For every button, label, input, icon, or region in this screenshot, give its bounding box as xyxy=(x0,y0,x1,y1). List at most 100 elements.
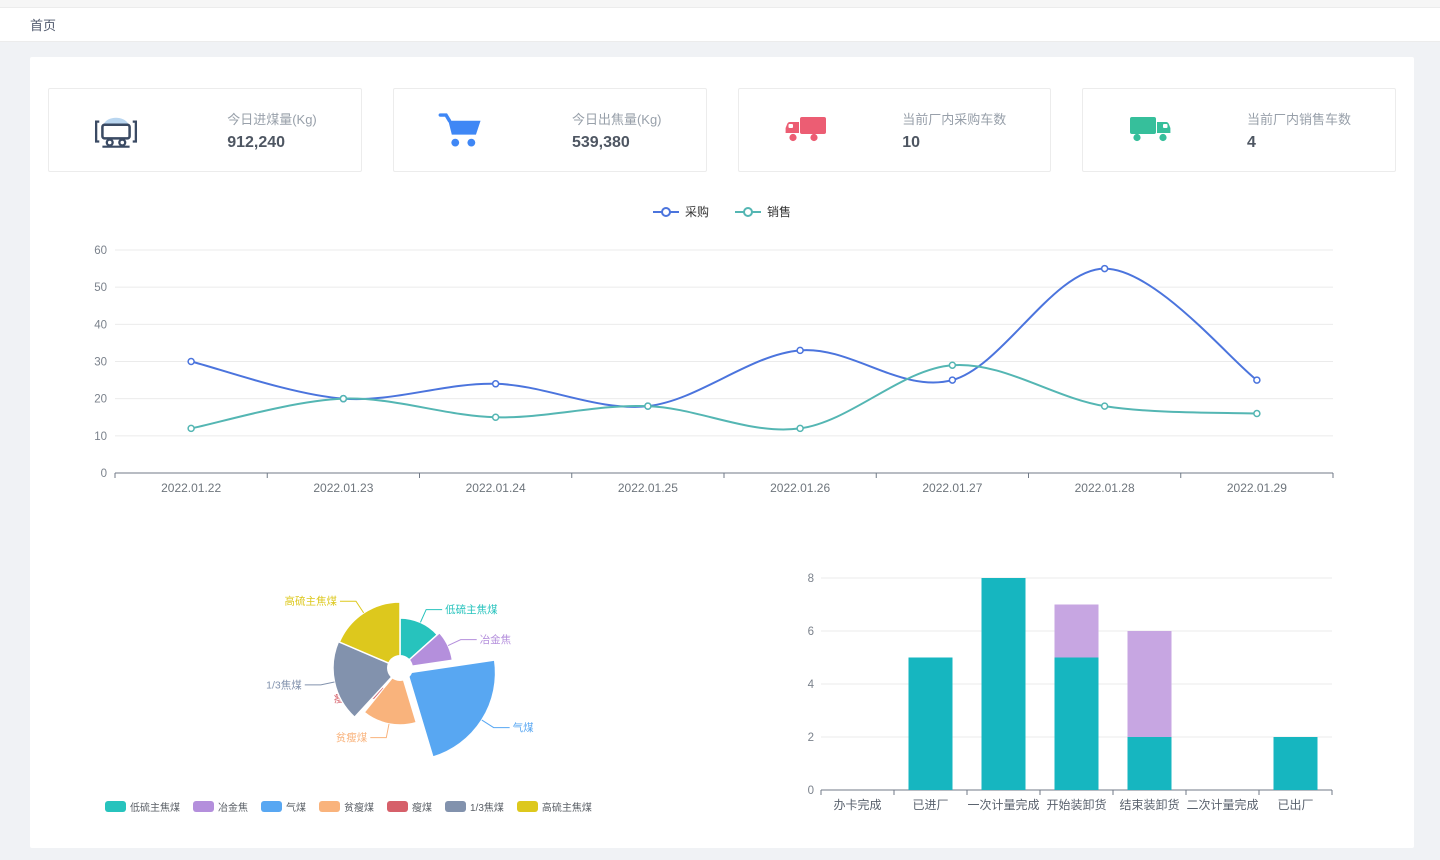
data-point[interactable] xyxy=(1102,403,1108,409)
data-point[interactable] xyxy=(797,425,803,431)
data-point[interactable] xyxy=(645,403,651,409)
legend-swatch-icon xyxy=(319,801,340,812)
stat-cards-row: 今日进煤量(Kg) 912,240 今日出焦量(Kg)539,380 当前厂内采购… xyxy=(48,88,1396,172)
pie-legend-item[interactable]: 1/3焦煤 xyxy=(445,799,504,814)
bar-segment[interactable] xyxy=(982,578,1026,790)
line-series xyxy=(191,269,1257,407)
x-axis-category-label: 2022.01.26 xyxy=(770,481,830,495)
x-axis-category-label: 结束装卸货 xyxy=(1119,797,1179,812)
pie-slice[interactable] xyxy=(408,660,496,757)
bar-segment[interactable] xyxy=(1128,631,1172,737)
legend-swatch-icon xyxy=(193,801,214,812)
pie-legend-item[interactable]: 低硫主焦煤 xyxy=(105,799,180,814)
truck-sale-icon xyxy=(1127,108,1179,152)
stat-card: 今日出焦量(Kg)539,380 xyxy=(393,88,707,172)
data-point[interactable] xyxy=(493,414,499,420)
mine-cart-icon xyxy=(93,108,145,152)
stat-card-value: 539,380 xyxy=(572,134,662,152)
pie-slice-label: 1/3焦煤 xyxy=(266,678,302,691)
shopping-cart-icon xyxy=(438,108,490,152)
truck-purchase-icon xyxy=(783,108,835,152)
legend-marker-icon xyxy=(735,206,761,218)
x-axis-category-label: 2022.01.29 xyxy=(1227,481,1287,495)
bar-segment[interactable] xyxy=(1274,737,1318,790)
legend-swatch-icon xyxy=(517,801,538,812)
data-point[interactable] xyxy=(340,396,346,402)
y-axis-tick-label: 50 xyxy=(94,282,107,294)
legend-swatch-icon xyxy=(105,801,126,812)
legend-item[interactable]: 采购 xyxy=(653,203,709,220)
data-point[interactable] xyxy=(493,381,499,387)
y-axis-tick-label: 60 xyxy=(94,245,107,257)
pie-legend-label: 1/3焦煤 xyxy=(470,799,504,814)
y-axis-tick-label: 10 xyxy=(94,431,107,443)
stat-card-value: 912,240 xyxy=(227,134,317,152)
legend-marker-icon xyxy=(653,206,679,218)
y-axis-tick-label: 4 xyxy=(808,679,815,691)
stat-card-value: 4 xyxy=(1247,134,1351,152)
pie-legend-label: 气煤 xyxy=(286,799,306,814)
data-point[interactable] xyxy=(949,377,955,383)
y-axis-tick-label: 6 xyxy=(808,626,814,638)
legend-label: 采购 xyxy=(685,203,709,220)
pie-legend-label: 高硫主焦煤 xyxy=(542,799,592,814)
data-point[interactable] xyxy=(797,347,803,353)
pie-legend-item[interactable]: 高硫主焦煤 xyxy=(517,799,592,814)
pie-legend-item[interactable]: 贫瘦煤 xyxy=(319,799,374,814)
bar-segment[interactable] xyxy=(1055,605,1099,658)
pie-center-hole xyxy=(387,655,413,681)
vehicle-status-bar-chart: 02468办卡完成已进厂一次计量完成开始装卸货结束装卸货二次计量完成已出厂 xyxy=(790,557,1410,827)
pie-label-line xyxy=(305,682,335,685)
legend-swatch-icon xyxy=(387,801,408,812)
pie-slice-label: 贫瘦煤 xyxy=(336,731,368,744)
x-axis-category-label: 已出厂 xyxy=(1277,798,1313,812)
pie-label-line xyxy=(370,724,389,738)
y-axis-tick-label: 2 xyxy=(808,732,814,744)
stat-card-info: 当前厂内销售车数 4 xyxy=(1247,109,1351,152)
breadcrumb[interactable]: 首页 xyxy=(30,15,56,34)
stat-card-label: 当前厂内销售车数 xyxy=(1247,109,1351,128)
pie-legend-label: 低硫主焦煤 xyxy=(130,799,180,814)
bar-segment[interactable] xyxy=(1128,737,1172,790)
x-axis-category-label: 办卡完成 xyxy=(833,797,881,812)
stat-card-label: 今日进煤量(Kg) xyxy=(227,109,317,128)
data-point[interactable] xyxy=(188,359,194,365)
pie-chart-legend: 低硫主焦煤 冶金焦 气煤贫瘦煤瘦煤 1/3焦煤 高硫主焦煤 xyxy=(105,799,705,814)
x-axis-category-label: 2022.01.25 xyxy=(618,481,678,495)
bar-segment[interactable] xyxy=(1055,658,1099,791)
pie-label-line xyxy=(420,610,442,623)
pie-label-line xyxy=(482,720,510,728)
y-axis-tick-label: 20 xyxy=(94,394,107,406)
pie-legend-item[interactable]: 瘦煤 xyxy=(387,799,432,814)
stat-card-info: 今日出焦量(Kg)539,380 xyxy=(572,109,662,152)
y-axis-tick-label: 30 xyxy=(94,357,107,369)
pie-legend-label: 冶金焦 xyxy=(218,799,248,814)
coal-type-pie-chart: 低硫主焦煤冶金焦气煤贫瘦煤瘦煤1/3焦煤高硫主焦煤 xyxy=(60,562,700,807)
purchase-sale-line-chart: 01020304050602022.01.222022.01.232022.01… xyxy=(50,229,1370,529)
bar-segment[interactable] xyxy=(909,658,953,791)
x-axis-category-label: 开始装卸货 xyxy=(1046,797,1106,812)
pie-slice-label: 高硫主焦煤 xyxy=(284,595,337,608)
pie-slice-label: 气煤 xyxy=(513,721,534,734)
line-series xyxy=(191,365,1257,430)
window-top-strip xyxy=(0,0,1440,8)
stat-card: 当前厂内销售车数 4 xyxy=(1082,88,1396,172)
y-axis-tick-label: 8 xyxy=(808,573,814,585)
x-axis-category-label: 2022.01.24 xyxy=(466,481,526,495)
pie-legend-item[interactable]: 冶金焦 xyxy=(193,799,248,814)
x-axis-category-label: 2022.01.28 xyxy=(1075,481,1135,495)
data-point[interactable] xyxy=(1102,266,1108,272)
x-axis-category-label: 二次计量完成 xyxy=(1186,797,1258,812)
y-axis-tick-label: 0 xyxy=(101,468,107,480)
legend-swatch-icon xyxy=(261,801,282,812)
data-point[interactable] xyxy=(1254,377,1260,383)
stat-card-value: 10 xyxy=(902,134,1006,152)
legend-swatch-icon xyxy=(445,801,466,812)
data-point[interactable] xyxy=(949,362,955,368)
stat-card-info: 当前厂内采购车数10 xyxy=(902,109,1006,152)
legend-item[interactable]: 销售 xyxy=(735,203,791,220)
pie-legend-item[interactable]: 气煤 xyxy=(261,799,306,814)
pie-slice-label: 低硫主焦煤 xyxy=(445,603,498,616)
data-point[interactable] xyxy=(1254,411,1260,417)
data-point[interactable] xyxy=(188,425,194,431)
